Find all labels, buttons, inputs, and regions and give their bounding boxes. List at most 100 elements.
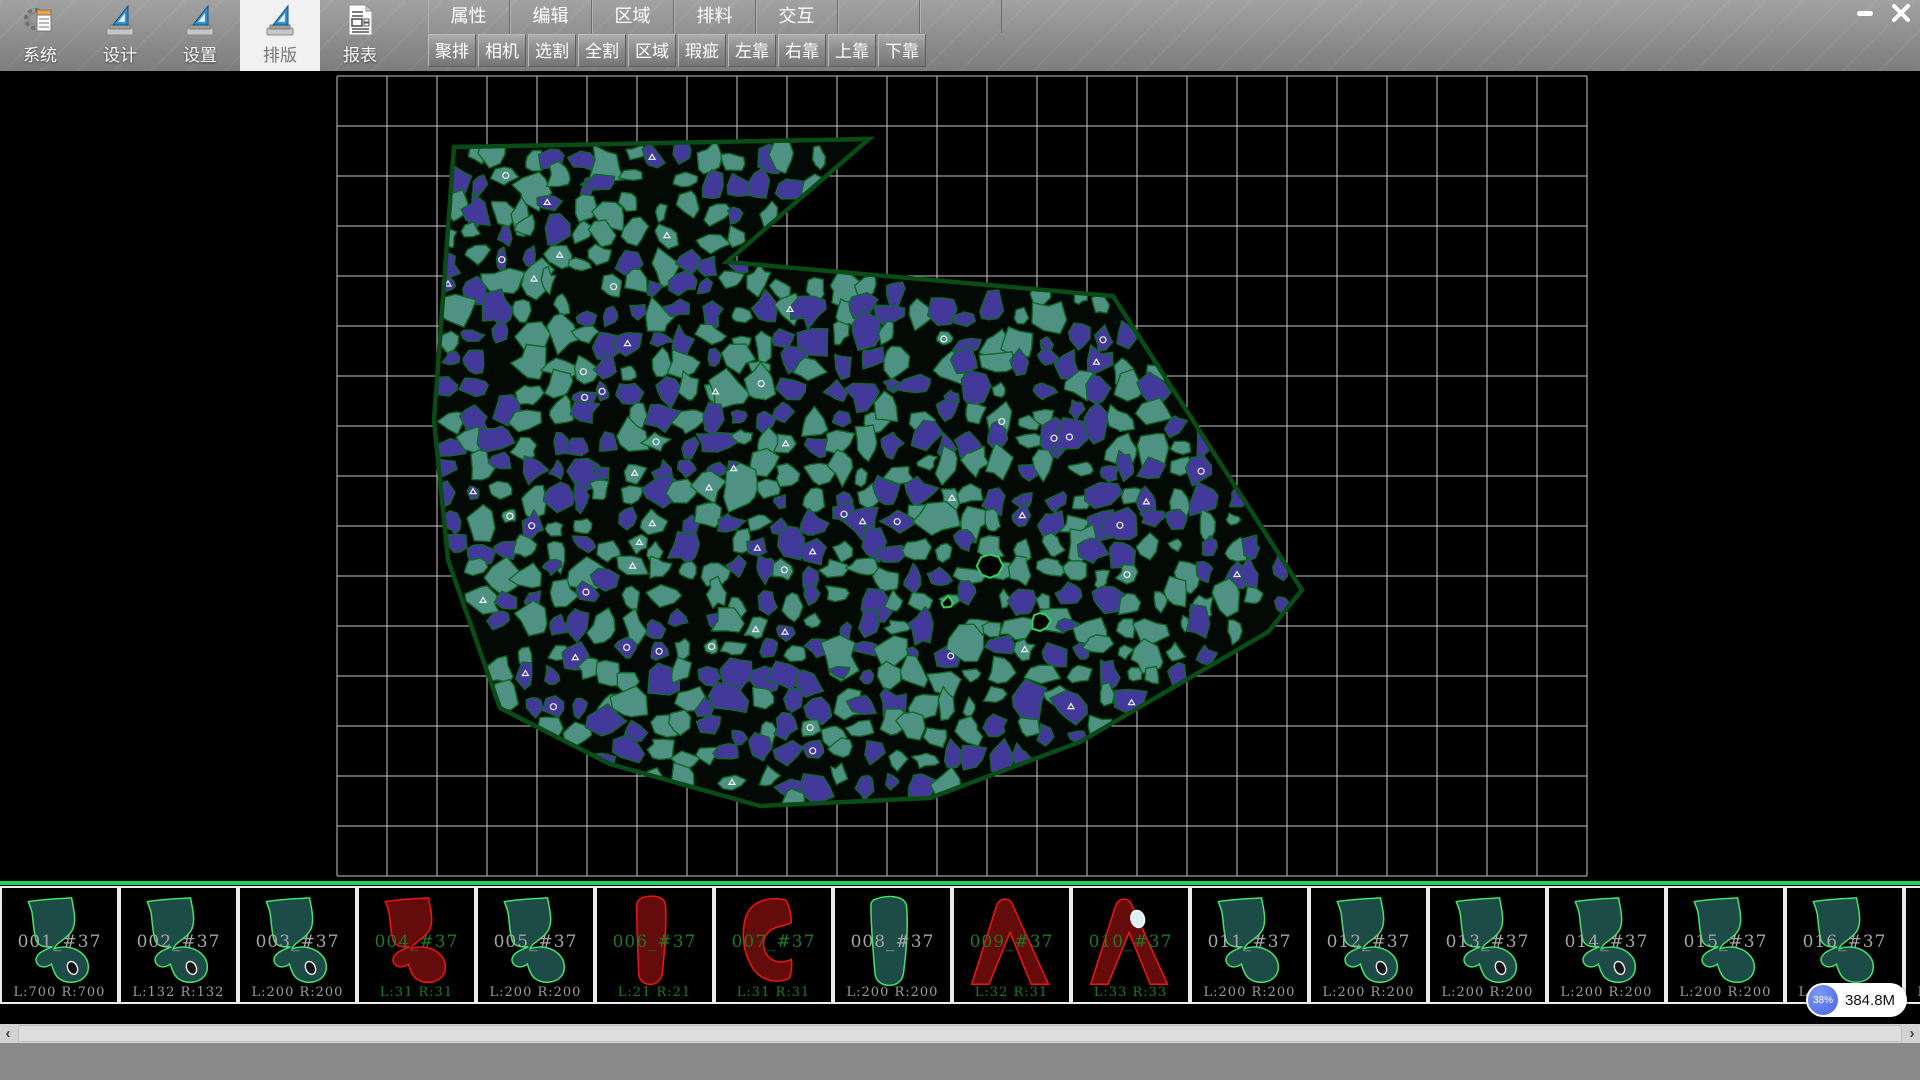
piece-thumbnail-003_#37[interactable]: 003_#37 L:200 R:200 xyxy=(238,886,357,1004)
piece-lr-count: L:200 R:200 xyxy=(240,985,355,1000)
menu-item-4[interactable]: 排料 xyxy=(674,0,756,33)
piece-thumbnail-001_#37[interactable]: 001_#37 L:700 R:700 xyxy=(0,886,119,1004)
piece-thumbnail-004_#37[interactable]: 004_#37 L:31 R:31 xyxy=(357,886,476,1004)
nested-pieces-group xyxy=(427,134,1302,814)
piece-lr-count: L:31 R:31 xyxy=(359,985,474,1000)
tool-button-8[interactable]: 右靠 xyxy=(778,34,826,67)
gear-notepad-icon xyxy=(22,3,58,39)
piece-thumbnail-015_#37[interactable]: 015_#37 L:200 R:200 xyxy=(1666,886,1785,1004)
app-button-system[interactable]: 系统 xyxy=(0,0,80,71)
piece-lr-count: L:200 R:200 xyxy=(1668,985,1783,1000)
piece-lr-count: L:32 R:31 xyxy=(954,985,1069,1000)
tool-button-2[interactable]: 相机 xyxy=(478,34,526,67)
nesting-layout-svg xyxy=(0,71,1920,884)
menu-item-empty xyxy=(920,0,1002,33)
piece-thumbnail-012_#37[interactable]: 012_#37 L:200 R:200 xyxy=(1309,886,1428,1004)
app-button-label: 报表 xyxy=(343,41,377,66)
piece-lr-count: L:200 R:200 xyxy=(835,985,950,1000)
piece-lr-count: L:200 R:200 xyxy=(1906,985,1920,1000)
window-controls xyxy=(1850,2,1916,24)
app-button-label: 设置 xyxy=(183,41,217,66)
app-tabs: 系统 设计 设置 排版 报表 xyxy=(0,0,400,71)
piece-id: 009_#37 xyxy=(954,932,1069,952)
tool-button-7[interactable]: 左靠 xyxy=(728,34,776,67)
piece-id: 016_#37 xyxy=(1787,932,1902,952)
piece-id: 012_#37 xyxy=(1311,932,1426,952)
piece-lr-count: L:200 R:200 xyxy=(1192,985,1307,1000)
progress-circle: 38% xyxy=(1808,985,1838,1015)
pieces-strip: 001_#37 L:700 R:700002_#37L:132 R:132003_… xyxy=(0,886,1920,1004)
piece-thumbnail-008_#37[interactable]: 008_#37 L:200 R:200 xyxy=(833,886,952,1004)
app-button-nesting[interactable]: 排版 xyxy=(240,0,320,71)
menu-row-1: 属性编辑区域排料交互 xyxy=(428,0,1002,33)
piece-thumbnail-006_#37[interactable]: 006_#37L:21 R:21 xyxy=(595,886,714,1004)
scroll-right-icon[interactable]: › xyxy=(1904,1024,1920,1043)
menu-item-1[interactable]: 属性 xyxy=(428,0,510,33)
close-button[interactable] xyxy=(1886,2,1916,24)
toolbar: 系统设计设置排版报表 属性编辑区域排料交互 聚排相机选割全割区域瑕疵左靠右靠上靠… xyxy=(0,0,1920,71)
piece-thumbnail-014_#37[interactable]: 014_#37 L:200 R:200 xyxy=(1547,886,1666,1004)
piece-id: 017_#37 xyxy=(1906,932,1920,952)
app-button-report[interactable]: 报表 xyxy=(320,0,400,71)
close-icon xyxy=(1891,3,1911,23)
piece-lr-count: L:200 R:200 xyxy=(1311,985,1426,1000)
app-button-label: 设计 xyxy=(103,41,137,66)
piece-lr-count: L:31 R:31 xyxy=(716,985,831,1000)
piece-thumbnail-011_#37[interactable]: 011_#37 L:200 R:200 xyxy=(1190,886,1309,1004)
menu-item-5[interactable]: 交互 xyxy=(756,0,838,33)
menu-item-2[interactable]: 编辑 xyxy=(510,0,592,33)
piece-id: 015_#37 xyxy=(1668,932,1783,952)
piece-lr-count: L:21 R:21 xyxy=(597,985,712,1000)
memory-badge: 38% 384.8M xyxy=(1806,983,1907,1017)
piece-id: 005_#37 xyxy=(478,932,593,952)
piece-thumbnail-005_#37[interactable]: 005_#37 L:200 R:200 xyxy=(476,886,595,1004)
minimize-icon xyxy=(1855,3,1875,23)
menu-row-2: 聚排相机选割全割区域瑕疵左靠右靠上靠下靠 xyxy=(428,34,1002,68)
piece-lr-count: L:132 R:132 xyxy=(121,985,236,1000)
app-button-label: 系统 xyxy=(23,41,57,66)
tool-button-9[interactable]: 上靠 xyxy=(828,34,876,67)
piece-id: 008_#37 xyxy=(835,932,950,952)
report-icon xyxy=(342,3,378,39)
strip-separator xyxy=(0,881,1920,885)
menu-item-3[interactable]: 区域 xyxy=(592,0,674,33)
piece-thumbnail-010_#37[interactable]: 010_#37L:33 R:33 xyxy=(1071,886,1190,1004)
menu-area: 属性编辑区域排料交互 聚排相机选割全割区域瑕疵左靠右靠上靠下靠 xyxy=(428,0,1002,68)
piece-lr-count: L:200 R:200 xyxy=(478,985,593,1000)
tool-button-1[interactable]: 聚排 xyxy=(428,34,476,67)
piece-id: 011_#37 xyxy=(1192,932,1307,952)
menu-item-empty xyxy=(838,0,920,33)
piece-thumbnail-013_#37[interactable]: 013_#37L:200 R:200 xyxy=(1428,886,1547,1004)
piece-lr-count: L:200 R:200 xyxy=(1549,985,1664,1000)
app-button-label: 排版 xyxy=(263,41,297,66)
piece-lr-count: L:200 R:200 xyxy=(1430,985,1545,1000)
piece-lr-count: L:33 R:33 xyxy=(1073,985,1188,1000)
scroll-left-icon[interactable]: ‹ xyxy=(0,1024,16,1043)
app-button-settings[interactable]: 设置 xyxy=(160,0,240,71)
tool-button-6[interactable]: 瑕疵 xyxy=(678,34,726,67)
piece-thumbnail-009_#37[interactable]: 009_#37 L:32 R:31 xyxy=(952,886,1071,1004)
piece-id: 001_#37 xyxy=(2,932,117,952)
piece-thumbnail-007_#37[interactable]: 007_#37L:31 R:31 xyxy=(714,886,833,1004)
tool-button-3[interactable]: 选割 xyxy=(528,34,576,67)
strip-scrollbar[interactable]: ‹ › xyxy=(0,1024,1920,1043)
piece-id: 003_#37 xyxy=(240,932,355,952)
scrollbar-thumb[interactable] xyxy=(18,1025,1902,1042)
minimize-button[interactable] xyxy=(1850,2,1880,24)
defect-region xyxy=(977,555,1003,578)
tool-button-5[interactable]: 区域 xyxy=(628,34,676,67)
piece-id: 014_#37 xyxy=(1549,932,1664,952)
app-button-design[interactable]: 设计 xyxy=(80,0,160,71)
footer-bar xyxy=(0,1043,1920,1080)
ruler-icon xyxy=(182,3,218,39)
tool-button-10[interactable]: 下靠 xyxy=(878,34,926,67)
ruler-icon xyxy=(262,3,298,39)
piece-lr-count: L:700 R:700 xyxy=(2,985,117,1000)
ruler-icon xyxy=(102,3,138,39)
piece-thumbnail-002_#37[interactable]: 002_#37L:132 R:132 xyxy=(119,886,238,1004)
piece-thumbnail-017_#37[interactable]: 017_#37 L:200 R:200 xyxy=(1904,886,1920,1004)
piece-id: 004_#37 xyxy=(359,932,474,952)
tool-button-4[interactable]: 全割 xyxy=(578,34,626,67)
memory-value: 384.8M xyxy=(1845,992,1895,1009)
nesting-canvas[interactable] xyxy=(0,71,1920,884)
